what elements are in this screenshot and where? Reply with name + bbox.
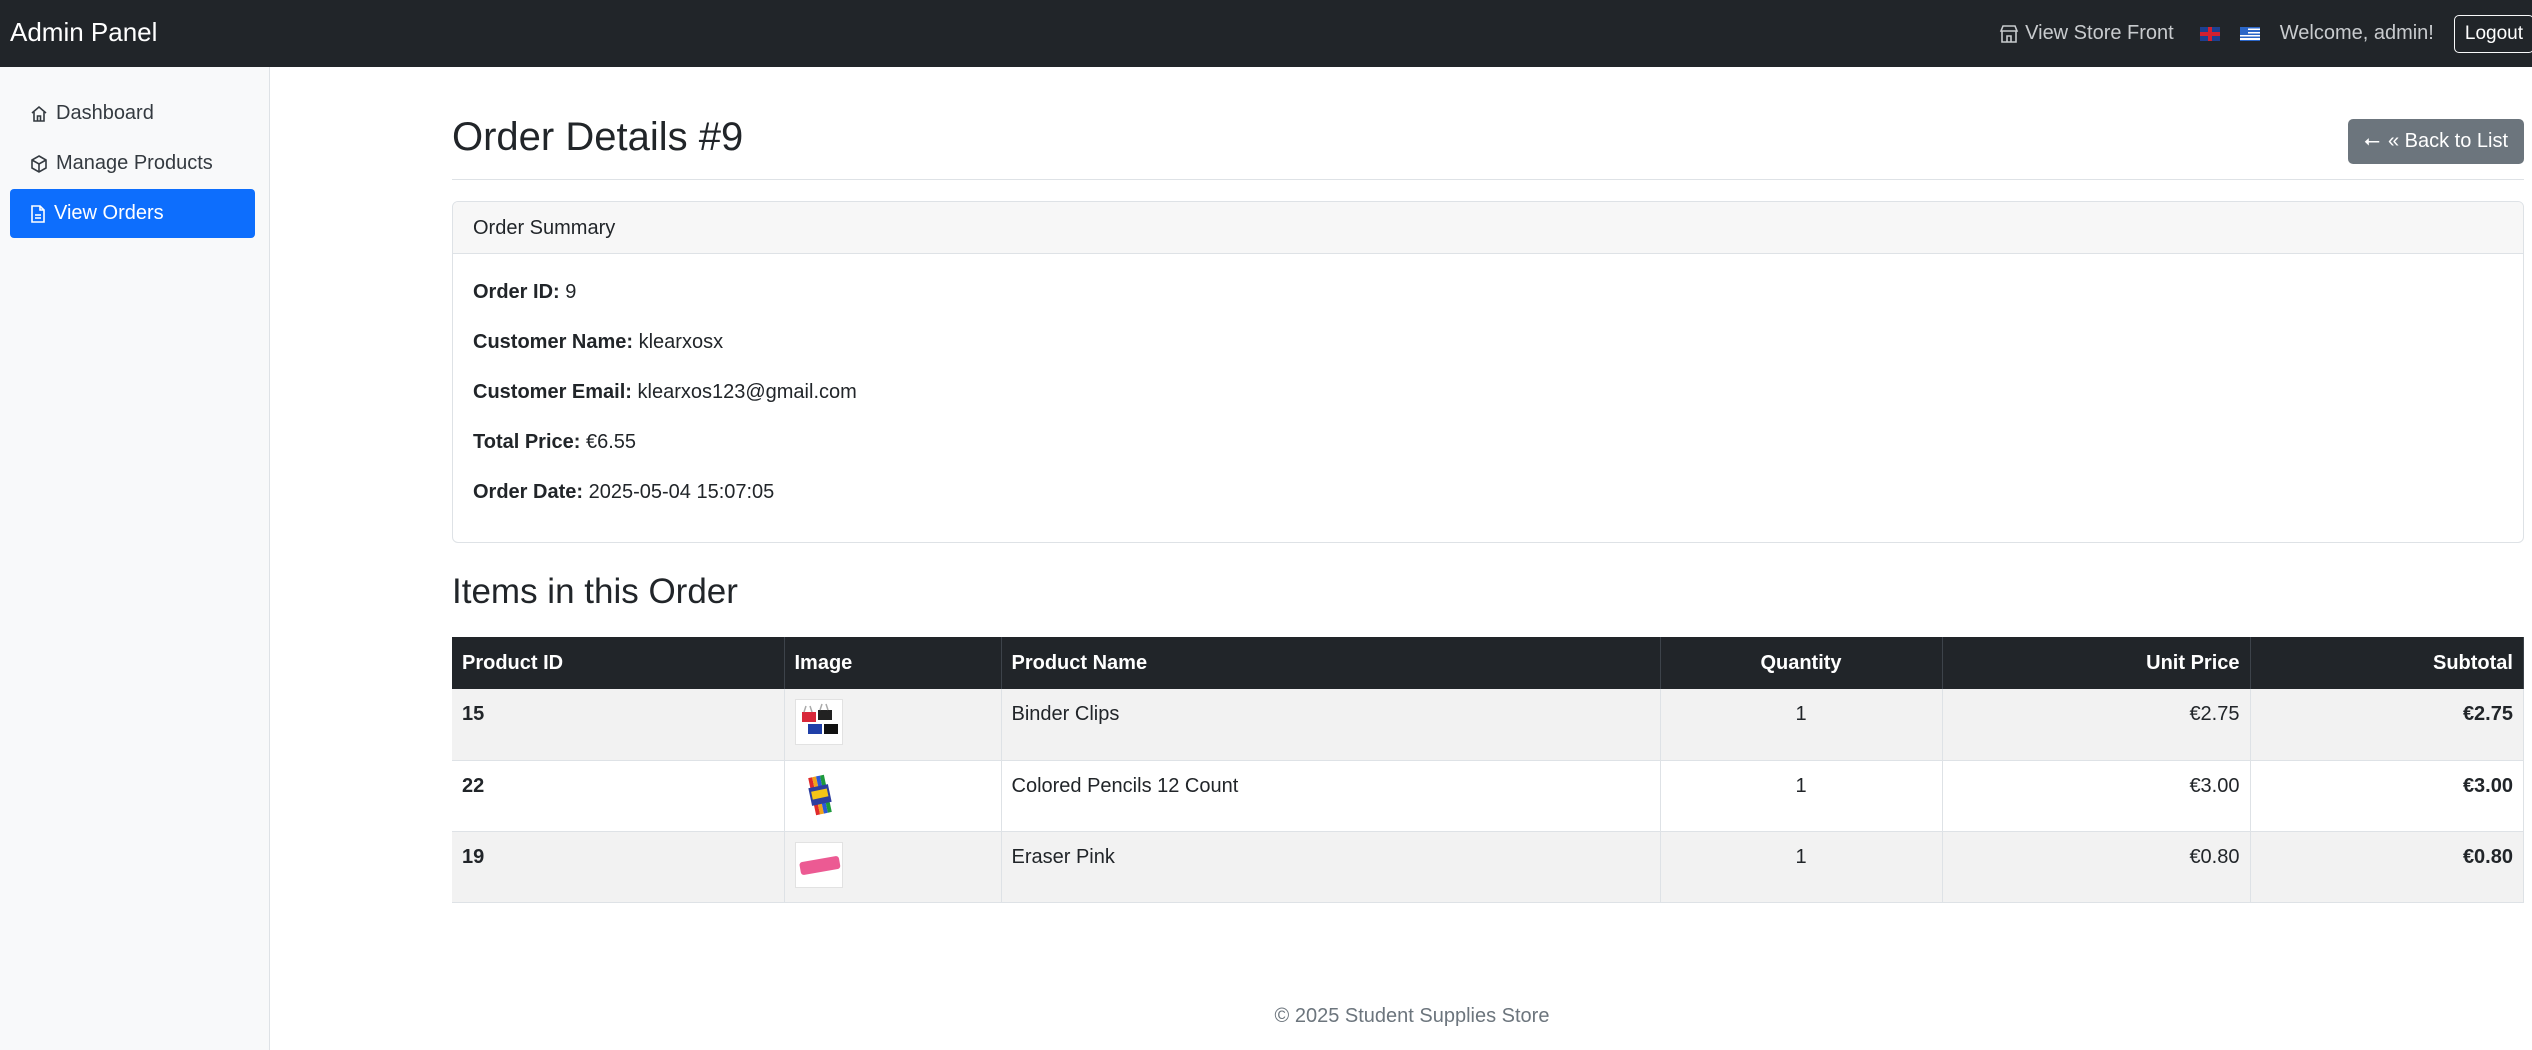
greek-flag-icon[interactable]	[2239, 26, 2260, 41]
box-icon	[31, 154, 47, 173]
field-value: €6.55	[586, 431, 637, 453]
card-header: Order Summary	[453, 202, 2523, 254]
sidebar: Dashboard Manage Products View Orders	[0, 67, 270, 1050]
shop-icon	[1999, 24, 2019, 43]
sidebar-item-view-orders[interactable]: View Orders	[10, 189, 255, 238]
quantity-cell: 1	[1660, 760, 1943, 832]
column-header: Image	[784, 637, 1002, 689]
sidebar-item-label: View Orders	[54, 202, 164, 224]
sidebar-item-manage-products[interactable]: Manage Products	[10, 139, 255, 188]
subtotal-cell: €2.75	[2250, 689, 2524, 761]
unit-price-cell: €2.75	[1942, 689, 2251, 761]
back-to-list-button[interactable]: ⭠ « Back to List	[2347, 119, 2524, 164]
field-label: Customer Email:	[473, 381, 632, 403]
product-name-cell: Binder Clips	[1001, 689, 1661, 761]
field-value: klearxosx	[638, 331, 724, 353]
product-id-cell: 22	[452, 760, 785, 832]
eraser-thumbnail	[794, 841, 843, 888]
brand-title[interactable]: Admin Panel	[10, 17, 157, 48]
field-value: klearxos123@gmail.com	[637, 381, 857, 403]
customer-name-field: Customer Name: klearxosx	[473, 320, 2503, 370]
image-cell	[784, 831, 1002, 903]
table-header-row: Product ID Image Product Name Quantity U…	[452, 637, 2524, 689]
order-items-table: Product ID Image Product Name Quantity U…	[452, 637, 2524, 903]
column-header: Unit Price	[1942, 637, 2251, 689]
total-price-field: Total Price: €6.55	[473, 420, 2503, 470]
page-title: Order Details #9	[452, 115, 744, 159]
welcome-text: Welcome, admin!	[2279, 22, 2434, 44]
home-icon	[31, 105, 47, 122]
binder-clips-thumbnail	[794, 699, 843, 745]
order-id-field: Order ID: 9	[473, 270, 2503, 320]
product-name-cell: Eraser Pink	[1001, 831, 1661, 903]
column-header: Quantity	[1660, 637, 1943, 689]
image-cell	[784, 689, 1002, 761]
column-header: Product Name	[1001, 637, 1661, 689]
table-row: 19 Eraser Pink 1 €0.80 €0.80	[452, 831, 2524, 903]
customer-email-field: Customer Email: klearxos123@gmail.com	[473, 370, 2503, 420]
field-label: Order Date:	[473, 481, 584, 503]
product-id-cell: 15	[452, 689, 785, 761]
document-icon	[31, 204, 45, 223]
product-id-cell: 19	[452, 831, 785, 903]
card-body: Order ID: 9 Customer Name: klearxosx Cus…	[453, 254, 2523, 536]
subtotal-cell: €3.00	[2250, 760, 2524, 832]
footer-copyright: © 2025 Student Supplies Store	[1274, 1005, 1550, 1027]
uk-flag-icon[interactable]	[2199, 26, 2220, 41]
colored-pencils-thumbnail	[794, 770, 843, 817]
sidebar-item-label: Manage Products	[56, 152, 213, 174]
field-label: Order ID:	[473, 281, 560, 303]
field-label: Customer Name:	[473, 331, 634, 353]
quantity-cell: 1	[1660, 689, 1943, 761]
back-button-label: « Back to List	[2387, 130, 2508, 152]
quantity-cell: 1	[1660, 831, 1943, 903]
field-value: 2025-05-04 15:07:05	[588, 481, 775, 503]
field-label: Total Price:	[473, 431, 581, 453]
image-cell	[784, 760, 1002, 832]
logout-button[interactable]: Logout	[2453, 14, 2532, 53]
field-value: 9	[565, 281, 577, 303]
top-navbar: Admin Panel View Store Front Welcome, ad…	[0, 0, 2532, 67]
product-name-cell: Colored Pencils 12 Count	[1001, 760, 1661, 832]
table-row: 22 Colored Pencils 12 Count 1 €3.00 €3.0…	[452, 760, 2524, 832]
subtotal-cell: €0.80	[2250, 831, 2524, 903]
column-header: Subtotal	[2250, 637, 2524, 689]
order-date-field: Order Date: 2025-05-04 15:07:05	[473, 470, 2503, 520]
order-summary-card: Order Summary Order ID: 9 Customer Name:…	[452, 201, 2524, 543]
table-row: 15 Binder Clips 1 €2.75 €2.75	[452, 689, 2524, 761]
arrow-left-icon: ⭠	[2363, 130, 2380, 152]
unit-price-cell: €0.80	[1942, 831, 2251, 903]
store-link-label: View Store Front	[2025, 22, 2174, 44]
unit-price-cell: €3.00	[1942, 760, 2251, 832]
navbar-right: View Store Front Welcome, admin! Logout	[1999, 0, 2532, 67]
items-section-title: Items in this Order	[452, 572, 738, 611]
sidebar-item-label: Dashboard	[56, 102, 154, 124]
divider	[452, 179, 2524, 180]
sidebar-item-dashboard[interactable]: Dashboard	[10, 89, 255, 138]
column-header: Product ID	[452, 637, 785, 689]
view-store-front-link[interactable]: View Store Front	[1999, 22, 2174, 45]
